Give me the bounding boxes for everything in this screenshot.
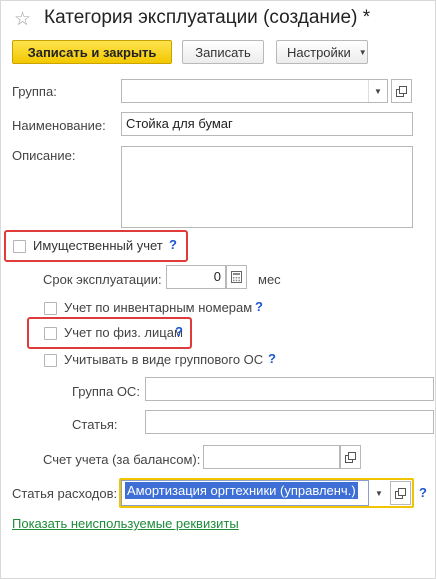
group-os-label: Учитывать в виде группового ОС [64, 352, 264, 367]
description-label: Описание: [12, 148, 76, 163]
group-dropdown-icon[interactable]: ▼ [368, 80, 387, 102]
chevron-down-icon: ▼ [358, 47, 367, 57]
settings-button[interactable]: Настройки ▼ [276, 40, 368, 64]
open-window-icon [395, 487, 406, 499]
name-field[interactable]: Стойка для бумаг [121, 112, 413, 136]
service-life-calculator-button[interactable] [226, 265, 247, 289]
expense-article-field[interactable]: Амортизация оргтехники (управленч.) [121, 480, 369, 506]
inventory-numbers-label: Учет по инвентарным номерам [64, 300, 253, 315]
property-accounting-label: Имущественный учет [33, 238, 163, 253]
article-label: Статья: [72, 417, 118, 432]
help-icon[interactable]: ? [268, 351, 276, 366]
calculator-icon [231, 271, 242, 283]
expense-article-open-button[interactable] [390, 481, 411, 505]
expense-article-dropdown-icon[interactable]: ▼ [370, 482, 388, 504]
save-and-close-button[interactable]: Записать и закрыть [12, 40, 172, 64]
individuals-checkbox[interactable] [44, 327, 57, 340]
group-os-checkbox[interactable] [44, 354, 57, 367]
favorite-star-icon[interactable]: ☆ [14, 8, 31, 31]
description-field[interactable] [121, 146, 413, 228]
group-label: Группа: [12, 84, 57, 99]
help-icon[interactable]: ? [169, 237, 177, 252]
service-life-field[interactable]: 0 [166, 265, 226, 289]
open-window-icon [345, 451, 356, 463]
show-unused-fields-link[interactable]: Показать неиспользуемые реквизиты [12, 516, 239, 531]
inventory-numbers-checkbox[interactable] [44, 302, 57, 315]
individuals-label: Учет по физ. лицам [64, 325, 183, 340]
os-group-label: Группа ОС: [72, 384, 140, 399]
service-life-unit: мес [258, 272, 281, 287]
settings-label: Настройки [287, 44, 351, 60]
account-label: Счет учета (за балансом): [43, 452, 201, 467]
service-life-label: Срок эксплуатации: [43, 272, 162, 287]
help-icon[interactable]: ? [255, 299, 263, 314]
help-icon[interactable]: ? [419, 485, 427, 500]
property-accounting-checkbox[interactable] [13, 240, 26, 253]
account-open-button[interactable] [340, 445, 361, 469]
group-field[interactable] [121, 79, 388, 103]
expense-article-value: Амортизация оргтехники (управленч.) [125, 482, 358, 499]
account-field[interactable] [203, 445, 340, 469]
os-group-field[interactable] [145, 377, 434, 401]
open-window-icon [396, 85, 407, 97]
expense-article-label: Статья расходов: [12, 486, 118, 501]
window-title: Категория эксплуатации (создание) * [44, 7, 371, 28]
group-open-button[interactable] [391, 79, 412, 103]
name-label: Наименование: [12, 118, 106, 133]
article-field[interactable] [145, 410, 434, 434]
help-icon[interactable]: ? [175, 324, 183, 339]
save-button[interactable]: Записать [182, 40, 264, 64]
